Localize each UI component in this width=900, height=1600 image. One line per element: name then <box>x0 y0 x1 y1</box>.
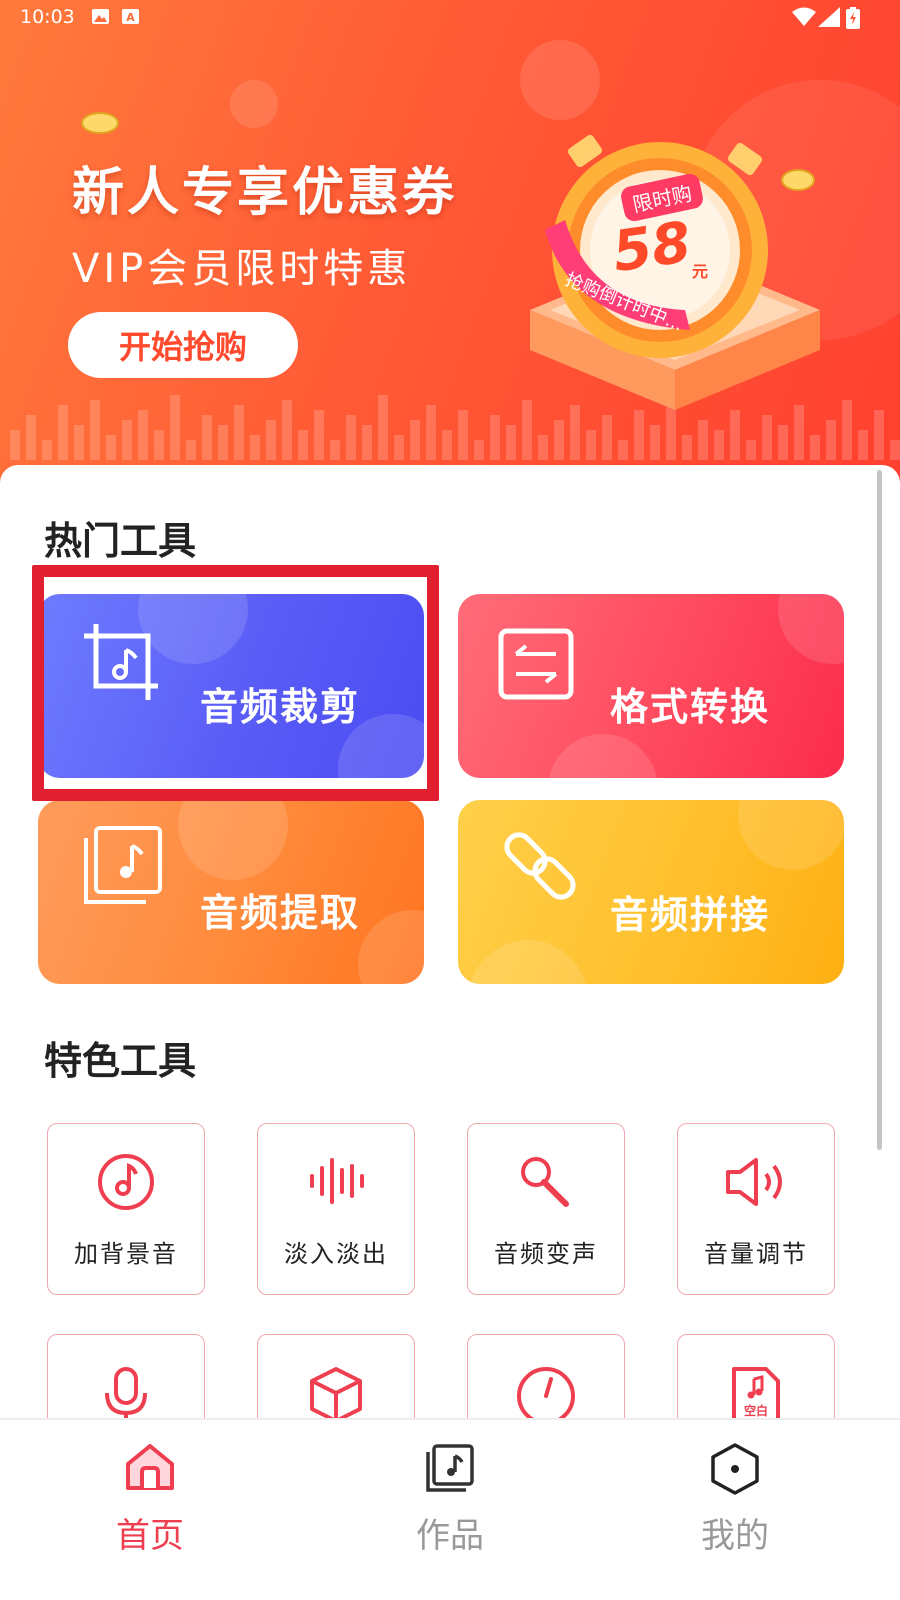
nav-item-works[interactable]: 作品 <box>300 1420 600 1600</box>
tool-label: 音频提取 <box>200 891 361 935</box>
nav-label: 作品 <box>416 1516 484 1556</box>
microphone-karaoke-icon <box>521 1157 569 1207</box>
decor-dot <box>230 80 278 128</box>
promo-banner[interactable]: 新人专享优惠券 VIP会员限时特惠 开始抢购 限时购 58 元 抢购倒计时中..… <box>0 0 900 500</box>
app-screen: 新人专享优惠券 VIP会员限时特惠 开始抢购 限时购 58 元 抢购倒计时中..… <box>0 0 900 1600</box>
tool-audio-join[interactable]: 音频拼接 <box>458 800 844 984</box>
hot-tools-title: 热门工具 <box>44 519 197 563</box>
waveform-icon <box>310 1158 364 1204</box>
profile-hexagon-icon <box>711 1443 759 1495</box>
feature-label: 音频变声 <box>494 1240 598 1268</box>
price-value: 58 <box>608 209 696 286</box>
link-icon <box>504 832 576 900</box>
svg-text:空白: 空白 <box>744 1403 768 1418</box>
music-disc-icon <box>98 1154 154 1210</box>
status-bar: 10:03 A <box>0 0 900 36</box>
feature-label: 音量调节 <box>704 1240 808 1268</box>
signal-icon <box>818 7 840 27</box>
wifi-icon <box>792 7 816 26</box>
feature-label: 加背景音 <box>74 1240 178 1268</box>
battery-icon <box>846 7 860 29</box>
start-buy-button[interactable]: 开始抢购 <box>68 312 298 378</box>
svg-text:A: A <box>126 11 135 24</box>
tool-label: 格式转换 <box>610 685 771 729</box>
works-icon <box>426 1444 474 1492</box>
status-time: 10:03 <box>20 6 75 28</box>
price-unit: 元 <box>692 262 709 281</box>
feature-fade-in-out[interactable]: 淡入淡出 <box>257 1123 415 1295</box>
bottom-navigation: 首页 作品 我的 <box>0 1418 900 1600</box>
feature-voice-change[interactable]: 音频变声 <box>467 1123 625 1295</box>
banner-title: 新人专享优惠券 <box>72 163 458 223</box>
feature-label: 淡入淡出 <box>284 1240 388 1268</box>
speaker-icon <box>726 1158 782 1206</box>
feature-tools-title: 特色工具 <box>44 1039 197 1083</box>
nav-item-home[interactable]: 首页 <box>0 1420 300 1600</box>
nav-item-profile[interactable]: 我的 <box>585 1420 885 1600</box>
home-icon <box>126 1444 174 1490</box>
tool-label: 音频裁剪 <box>200 685 361 729</box>
tool-label: 音频拼接 <box>610 893 771 937</box>
image-notification-icon <box>92 9 109 24</box>
stacked-music-icon <box>84 826 162 904</box>
convert-arrows-icon <box>498 628 574 700</box>
banner-subtitle: VIP会员限时特惠 <box>72 246 412 292</box>
feature-add-background-music[interactable]: 加背景音 <box>47 1123 205 1295</box>
cube-icon <box>310 1367 362 1423</box>
nav-label: 首页 <box>116 1516 184 1556</box>
decor-dot <box>520 40 600 120</box>
tool-audio-crop[interactable]: 音频裁剪 <box>38 594 424 778</box>
coin-icon <box>81 112 119 134</box>
feature-volume-adjust[interactable]: 音量调节 <box>677 1123 835 1295</box>
nav-label: 我的 <box>701 1516 769 1556</box>
stopwatch-graphic: 限时购 58 元 抢购倒计时中... <box>510 120 840 440</box>
microphone-icon <box>105 1367 147 1423</box>
tool-audio-extract[interactable]: 音频提取 <box>38 800 424 984</box>
scrollbar[interactable] <box>877 470 882 1150</box>
a-notification-icon: A <box>122 9 139 24</box>
tool-format-convert[interactable]: 格式转换 <box>458 594 844 778</box>
crop-music-icon <box>84 624 158 700</box>
